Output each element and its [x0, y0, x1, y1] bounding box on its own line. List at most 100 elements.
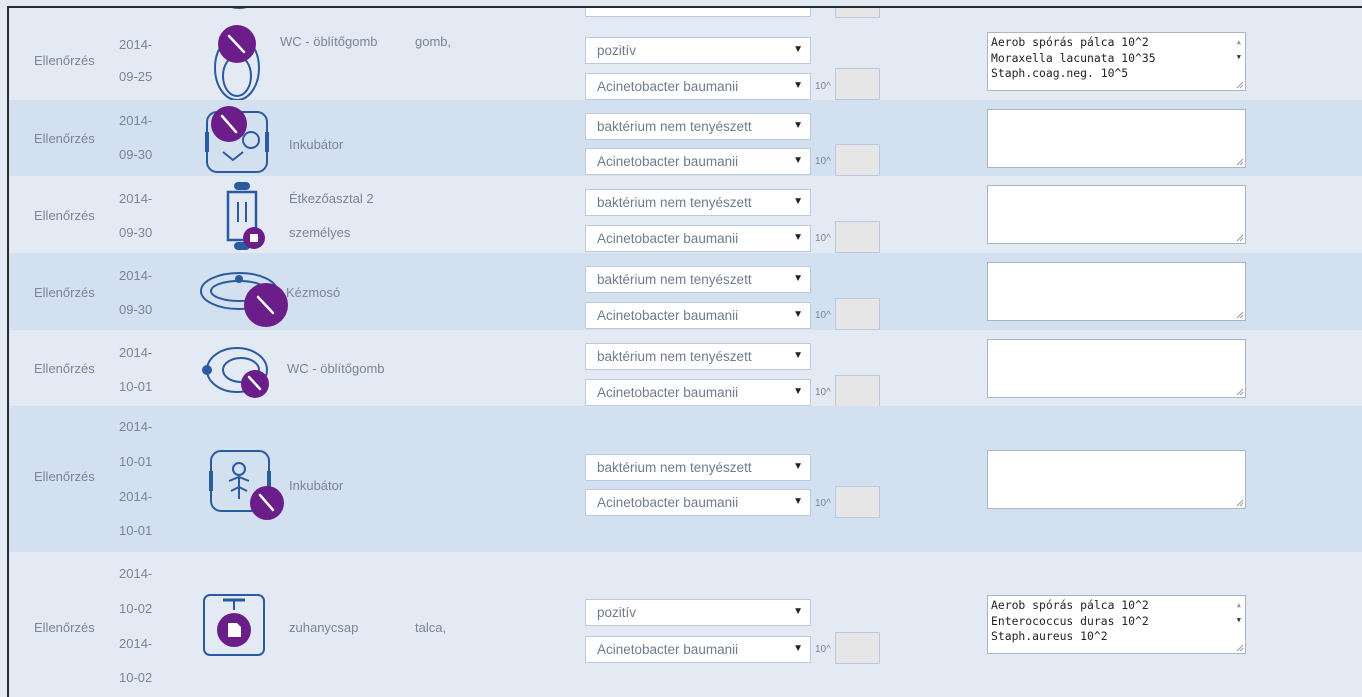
count-exponent-input[interactable] [835, 144, 880, 176]
chevron-down-icon: ▼ [793, 44, 803, 55]
chevron-down-icon: ▼ [793, 196, 803, 207]
table-row: Ellenőrzés 2014- 10-02 2014- 10-02 zuhan… [9, 552, 1362, 697]
result-select[interactable]: pozitív ▼ [585, 599, 811, 626]
scroll-up-icon[interactable]: ▲ [1237, 598, 1241, 614]
scroll-up-icon[interactable]: ▲ [1237, 35, 1241, 51]
resize-grip-icon[interactable] [1236, 234, 1244, 242]
count-exponent-input[interactable] [835, 486, 880, 518]
date-line: 10-01 [119, 454, 153, 469]
result-select-partial[interactable] [585, 8, 811, 17]
resize-grip-icon[interactable] [1236, 81, 1244, 89]
notes-textarea[interactable]: Aerob spórás pálca 10^2 Moraxella lacuna… [987, 32, 1246, 91]
chevron-down-icon: ▼ [793, 643, 803, 654]
result-select-value: baktérium nem tenyészett [597, 460, 752, 475]
notes-line: Enterococcus duras 10^2 [991, 613, 1149, 628]
bacterium-select-value: Acinetobacter baumanii [597, 154, 739, 169]
date-line: 2014- [119, 345, 153, 360]
count-exponent-input[interactable] [835, 221, 880, 253]
date-line: 2014- [119, 191, 153, 206]
exponent-label: 10^ [815, 387, 831, 398]
bacterium-select[interactable]: Acinetobacter baumanii ▼ [585, 225, 811, 252]
notes-line: Moraxella lacunata 10^35 [991, 50, 1156, 65]
resize-grip-icon[interactable] [1236, 388, 1244, 396]
table-row: Ellenőrzés 2014- 09-30 Inkubátor baktéri… [9, 100, 1362, 177]
check-type: Ellenőrzés [34, 208, 95, 223]
incubator-icon [199, 104, 279, 179]
notes-textarea[interactable] [987, 262, 1246, 321]
chevron-down-icon: ▼ [793, 80, 803, 91]
date-line: 10-01 [119, 379, 153, 394]
result-select-value: baktérium nem tenyészett [597, 195, 752, 210]
bacterium-select-value: Acinetobacter baumanii [597, 308, 739, 323]
count-exponent-input[interactable] [835, 632, 880, 664]
date-line: 10-02 [119, 601, 153, 616]
date-line: 2014- [119, 113, 153, 128]
chevron-down-icon: ▼ [793, 606, 803, 617]
date-line: 2014- [119, 489, 153, 504]
toilet-flush-button-icon [199, 342, 279, 407]
bacterium-select[interactable]: Acinetobacter baumanii ▼ [585, 489, 811, 516]
bacterium-select[interactable]: Acinetobacter baumanii ▼ [585, 302, 811, 329]
sink-icon [199, 259, 289, 334]
count-exponent-input[interactable] [835, 298, 880, 330]
notes-textarea[interactable] [987, 450, 1246, 509]
exponent-label: 10^ [815, 156, 831, 167]
check-type: Ellenőrzés [34, 620, 95, 635]
notes-line: Aerob spórás pálca 10^2 [991, 598, 1149, 612]
resize-grip-icon[interactable] [1236, 311, 1244, 319]
check-type: Ellenőrzés [34, 131, 95, 146]
bacterium-select[interactable]: Acinetobacter baumanii ▼ [585, 379, 811, 406]
results-table: Ellenőrzés 2014- 09-25 WC - öblítőgomb g… [7, 6, 1362, 697]
table-row: Ellenőrzés 2014- 09-30 Kézmosó baktérium… [9, 253, 1362, 331]
chevron-down-icon: ▼ [793, 232, 803, 243]
notes-textarea[interactable] [987, 109, 1246, 168]
date-line: 2014- [119, 37, 153, 52]
count-exponent-input[interactable] [835, 375, 880, 407]
bacterium-select[interactable]: Acinetobacter baumanii ▼ [585, 148, 811, 175]
chevron-down-icon: ▼ [793, 350, 803, 361]
baby-incubator-icon [199, 441, 289, 526]
bacterium-select[interactable]: Acinetobacter baumanii ▼ [585, 636, 811, 663]
date-line: 10-01 [119, 523, 153, 538]
notes-textarea[interactable] [987, 185, 1246, 244]
result-select[interactable]: baktérium nem tenyészett ▼ [585, 113, 811, 140]
shower-tap-icon [201, 592, 271, 667]
chevron-down-icon: ▼ [793, 386, 803, 397]
scroll-down-icon[interactable]: ▼ [1237, 613, 1241, 629]
result-select-value: baktérium nem tenyészett [597, 272, 752, 287]
notes-textarea[interactable] [987, 339, 1246, 398]
bacterium-select-value: Acinetobacter baumanii [597, 79, 739, 94]
date-line: 2014- [119, 268, 153, 283]
location-name: Inkubátor [289, 478, 344, 493]
bacterium-select-value: Acinetobacter baumanii [597, 231, 739, 246]
bacterium-select-value: Acinetobacter baumanii [597, 642, 739, 657]
table-row: Ellenőrzés 2014- 09-30 Étkezőasztal 2 sz… [9, 176, 1362, 254]
scroll-down-icon[interactable]: ▼ [1237, 50, 1241, 66]
chevron-down-icon: ▼ [793, 309, 803, 320]
notes-line: Aerob spórás pálca 10^2 [991, 35, 1149, 49]
chevron-down-icon: ▼ [793, 120, 803, 131]
result-select[interactable]: baktérium nem tenyészett ▼ [585, 189, 811, 216]
result-select-value: baktérium nem tenyészett [597, 349, 752, 364]
toilet-flush-button-icon [209, 24, 269, 109]
result-select[interactable]: baktérium nem tenyészett ▼ [585, 454, 811, 481]
date-line: 09-30 [119, 302, 153, 317]
resize-grip-icon[interactable] [1236, 499, 1244, 507]
bacterium-select[interactable]: Acinetobacter baumanii ▼ [585, 73, 811, 100]
table-row: Ellenőrzés 2014- 10-01 2014- 10-01 Inkub… [9, 406, 1362, 553]
notes-textarea[interactable]: Aerob spórás pálca 10^2 Enterococcus dur… [987, 595, 1246, 654]
chevron-down-icon: ▼ [793, 273, 803, 284]
result-select[interactable]: baktérium nem tenyészett ▼ [585, 266, 811, 293]
table-row: Ellenőrzés 2014- 09-25 WC - öblítőgomb g… [9, 18, 1362, 101]
chevron-down-icon: ▼ [793, 496, 803, 507]
count-input-partial[interactable] [835, 8, 880, 18]
exponent-label: 10^ [815, 498, 831, 509]
location-name: Kézmosó [286, 285, 341, 300]
check-type: Ellenőrzés [34, 285, 95, 300]
location-name: WC - öblítőgomb [280, 34, 378, 49]
result-select[interactable]: baktérium nem tenyészett ▼ [585, 343, 811, 370]
resize-grip-icon[interactable] [1236, 158, 1244, 166]
result-select[interactable]: pozitív ▼ [585, 37, 811, 64]
resize-grip-icon[interactable] [1236, 644, 1244, 652]
count-exponent-input[interactable] [835, 68, 880, 100]
